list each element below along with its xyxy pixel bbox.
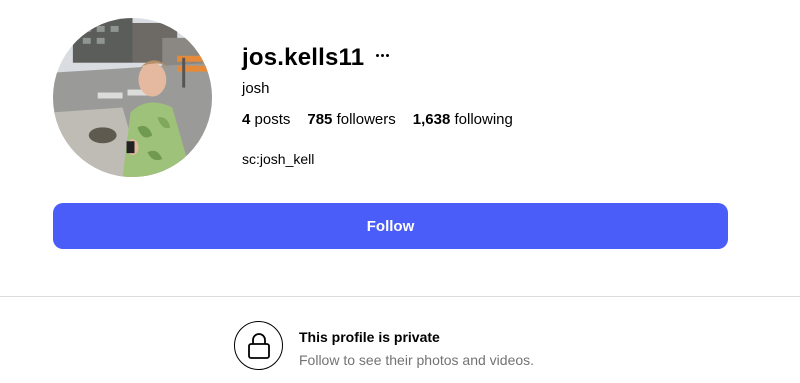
full-name: josh	[242, 80, 270, 97]
lock-icon	[234, 321, 283, 370]
ellipsis-dot	[376, 53, 380, 57]
followers-count: 785	[307, 111, 333, 128]
divider	[0, 296, 800, 297]
avatar[interactable]	[53, 18, 212, 177]
posts-count: 4	[242, 111, 251, 128]
private-profile-subtitle: Follow to see their photos and videos.	[299, 352, 535, 368]
profile-stats: 4 posts 785 followers 1,638 following	[242, 111, 530, 128]
following-label: following	[454, 111, 513, 128]
private-profile-title: This profile is private	[299, 329, 440, 345]
following-stat[interactable]: 1,638 following	[413, 111, 513, 128]
profile-photo-image	[53, 18, 212, 177]
posts-label: posts	[254, 111, 291, 128]
posts-stat: 4 posts	[242, 111, 290, 128]
ellipsis-dot	[386, 53, 390, 57]
profile-page: jos.kells11 josh 4 posts 785 followers 1…	[0, 0, 800, 383]
username-row: jos.kells11	[242, 40, 390, 76]
follow-button[interactable]: Follow	[53, 203, 728, 249]
bio: sc:josh_kell	[242, 151, 315, 167]
followers-label: followers	[336, 111, 396, 128]
ellipsis-icon[interactable]	[376, 45, 390, 65]
ellipsis-dot	[381, 53, 385, 57]
username: jos.kells11	[242, 44, 365, 71]
followers-stat[interactable]: 785 followers	[307, 111, 395, 128]
following-count: 1,638	[412, 111, 451, 128]
